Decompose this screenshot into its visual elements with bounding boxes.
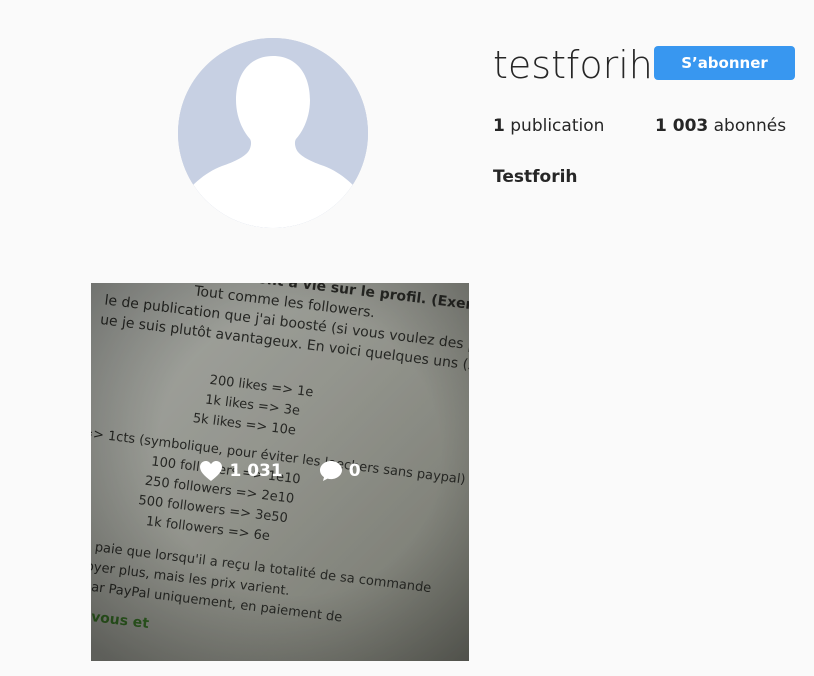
profile-avatar — [178, 38, 368, 228]
followers-count-stat[interactable]: 1 003 abonnés — [655, 114, 786, 138]
comment-icon — [319, 461, 342, 481]
followers-label: abonnés — [713, 116, 787, 136]
followers-count: 1 003 — [655, 116, 709, 136]
post-stats: 1 031 0 — [91, 458, 469, 484]
likes-count: 1 031 — [229, 461, 283, 481]
heart-icon — [200, 461, 223, 481]
comments-stat: 0 — [319, 458, 361, 484]
follow-button[interactable]: S’abonner — [654, 46, 795, 80]
profile-full-name: Testforih — [493, 167, 578, 187]
post-thumbnail[interactable]: nents, ils resteront à vie sur le profil… — [91, 283, 469, 661]
posts-count-stat: 1 publication — [493, 114, 604, 138]
posts-count: 1 — [493, 116, 505, 136]
likes-stat: 1 031 — [199, 458, 283, 484]
profile-username: testforih — [493, 43, 653, 87]
default-avatar-icon — [178, 38, 368, 228]
comments-count: 0 — [348, 461, 361, 481]
posts-label: publication — [510, 116, 605, 136]
